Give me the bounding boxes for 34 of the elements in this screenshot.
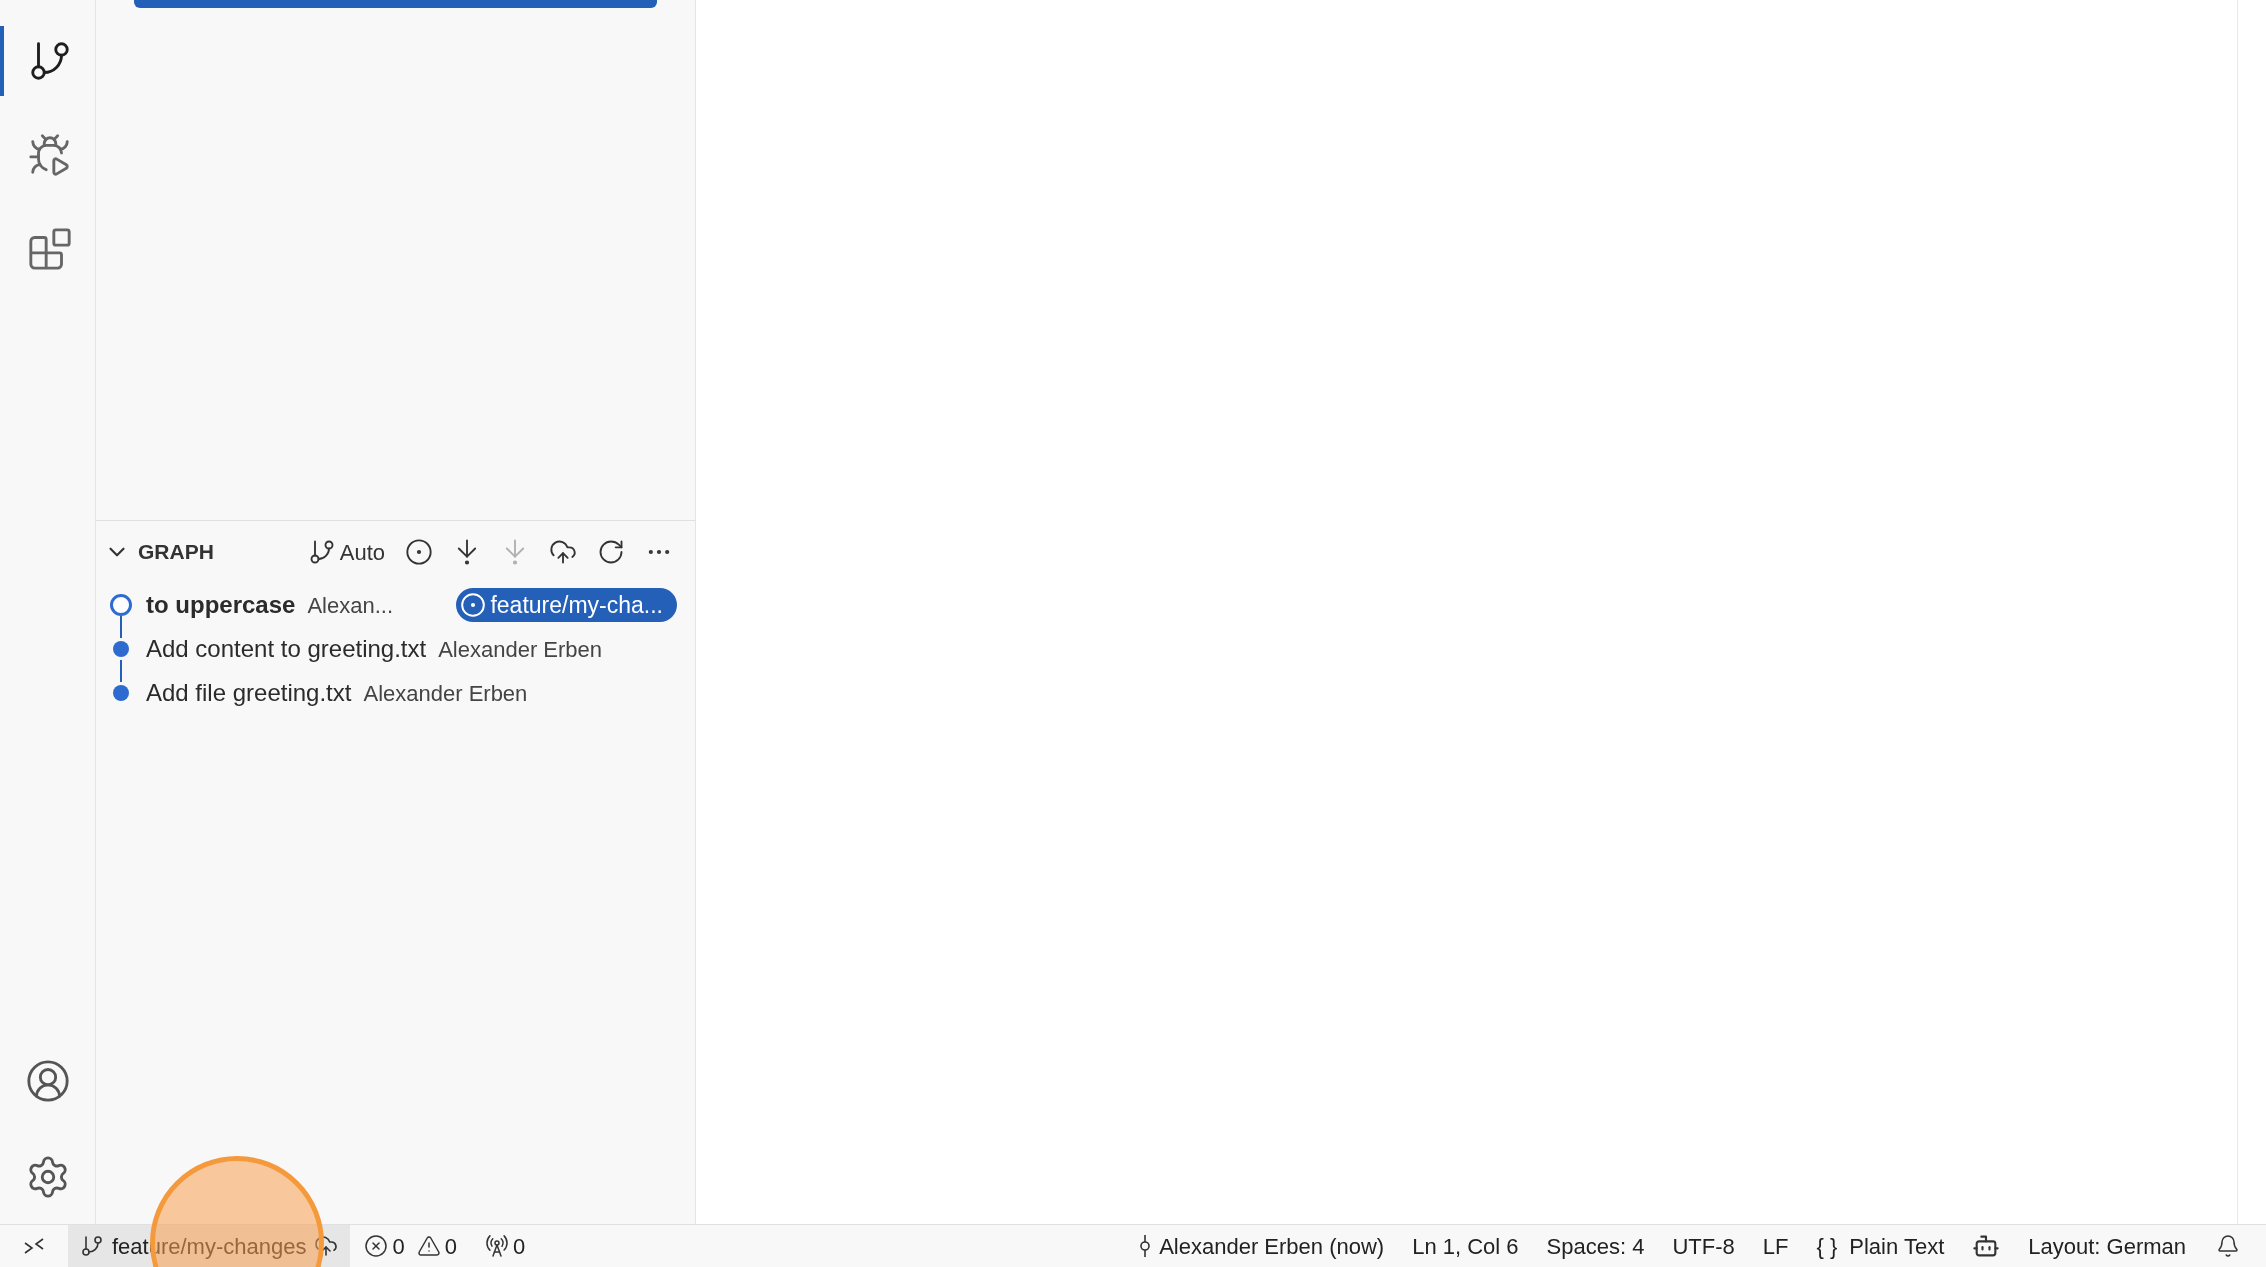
error-icon xyxy=(364,1234,389,1258)
commit-row[interactable]: to uppercase Alexan... feature/my-cha... xyxy=(96,583,695,627)
problems-button[interactable]: 0 0 xyxy=(350,1225,471,1267)
status-item[interactable]: Ln 1, Col 6 xyxy=(1400,1225,1531,1267)
commit-message: Add file greeting.txt xyxy=(146,678,352,708)
language-button[interactable]: { } Plain Text xyxy=(1804,1225,1957,1267)
commit-message: Add content to greeting.txt xyxy=(146,634,427,664)
refresh-icon[interactable] xyxy=(597,538,625,566)
account-icon[interactable] xyxy=(24,1058,71,1104)
extensions-icon xyxy=(26,226,73,272)
commit-author: Alexander Erben xyxy=(363,679,528,708)
commit-icon xyxy=(1139,1234,1152,1258)
branch-mode-button[interactable]: Auto xyxy=(307,535,385,569)
branch-icon xyxy=(80,1234,104,1258)
cloud-upload-icon[interactable] xyxy=(549,538,577,566)
status-item[interactable]: UTF-8 xyxy=(1660,1225,1747,1267)
blame-button[interactable]: Alexander Erben (now) xyxy=(1127,1225,1397,1267)
cloud-upload-icon xyxy=(314,1234,339,1258)
antenna-icon xyxy=(484,1234,509,1258)
commit-row[interactable]: Add file greeting.txt Alexander Erben xyxy=(96,671,695,715)
target-icon xyxy=(460,592,487,618)
commit-author: Alexan... xyxy=(307,591,393,620)
warning-icon xyxy=(416,1234,441,1258)
target-icon[interactable] xyxy=(405,538,433,566)
status-item[interactable]: Layout: German xyxy=(2016,1225,2198,1267)
branch-badge: feature/my-cha... xyxy=(456,588,677,622)
section-toggle[interactable]: GRAPH xyxy=(104,536,214,568)
commit-author: Alexander Erben xyxy=(438,635,603,664)
bell-icon xyxy=(2216,1234,2240,1258)
commit-message: to uppercase xyxy=(146,590,296,620)
status-item[interactable]: Spaces: 4 xyxy=(1534,1225,1657,1267)
ports-button[interactable]: 0 xyxy=(470,1225,540,1267)
commit-row[interactable]: Add content to greeting.txt Alexander Erben xyxy=(96,627,695,671)
status-item[interactable]: LF xyxy=(1750,1225,1801,1267)
